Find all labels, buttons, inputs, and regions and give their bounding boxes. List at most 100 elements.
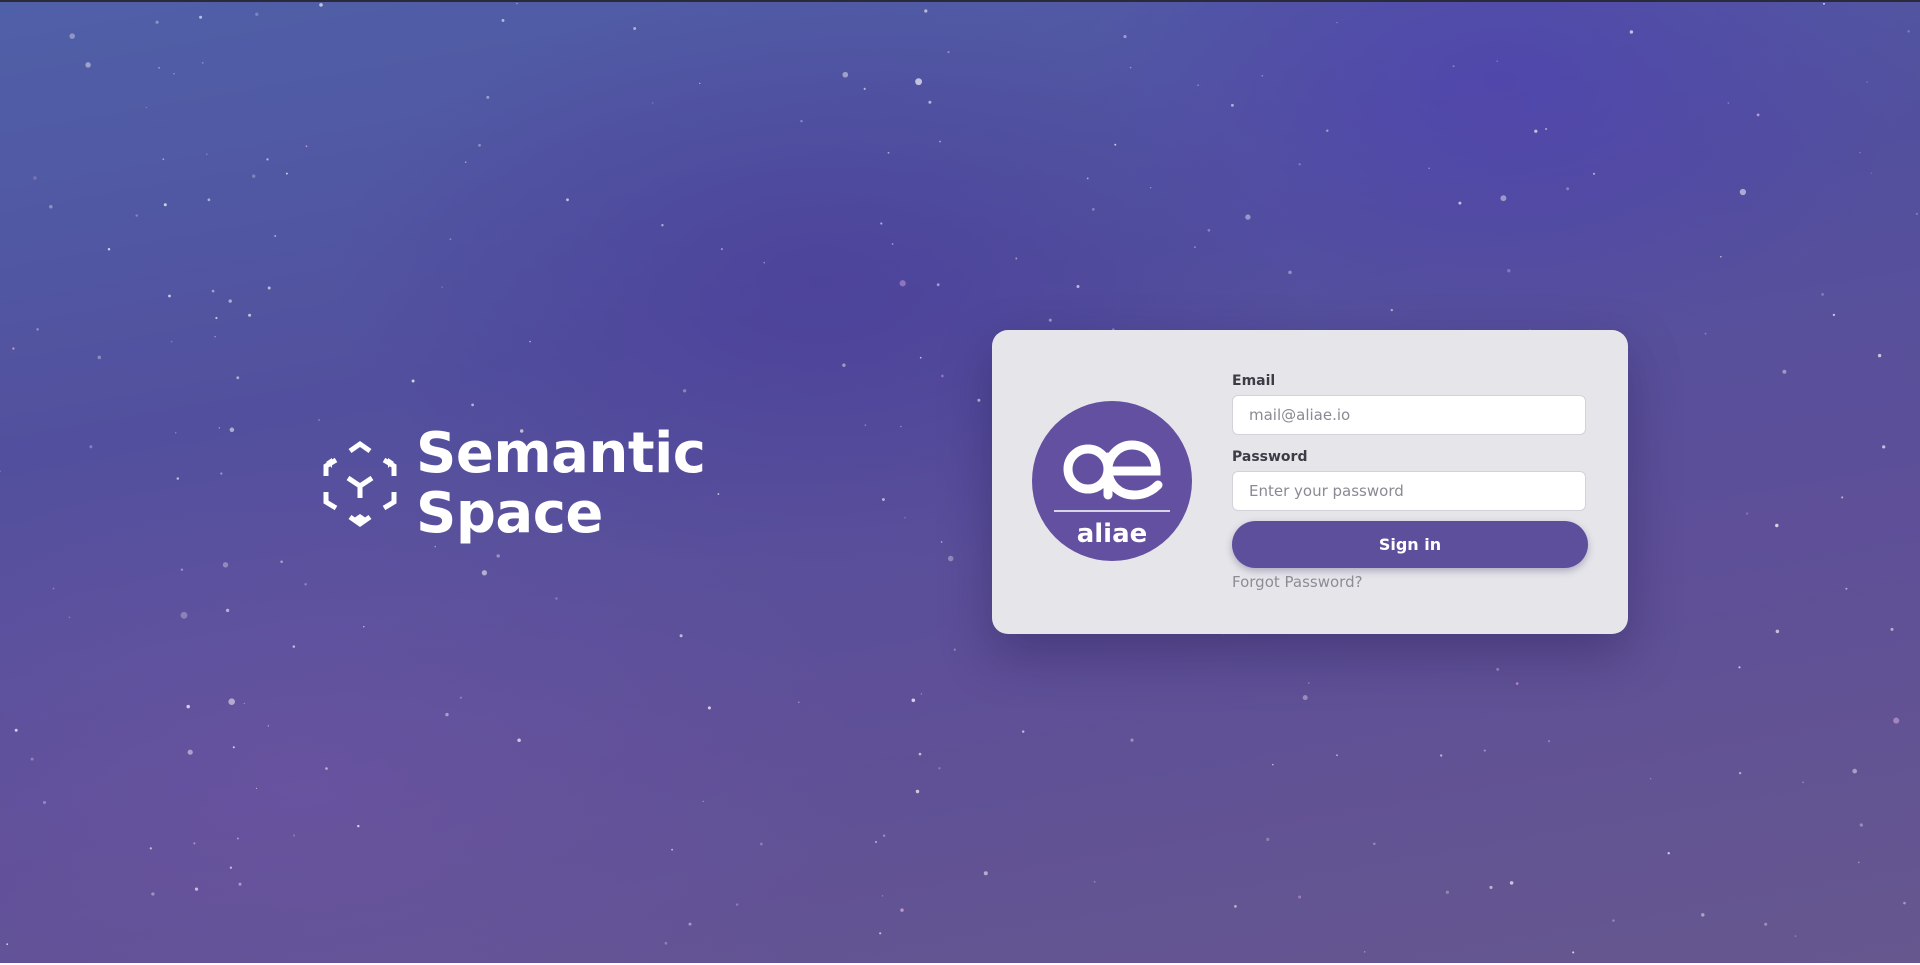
star <box>1802 781 1805 784</box>
star <box>1650 778 1652 780</box>
login-card: aliae Email Password Sign in Forgot Pass… <box>992 330 1628 634</box>
star <box>225 608 230 613</box>
star <box>863 87 866 90</box>
star <box>1298 895 1302 899</box>
star <box>107 248 111 251</box>
star <box>899 280 906 287</box>
star <box>459 696 462 699</box>
star <box>12 347 15 350</box>
semantic-space-hexagon-logo-icon <box>323 440 397 528</box>
star <box>304 582 307 586</box>
star <box>1907 30 1910 33</box>
star <box>1756 113 1760 117</box>
star <box>928 100 932 104</box>
star <box>880 222 883 225</box>
star <box>251 174 256 178</box>
star <box>1086 177 1089 180</box>
aliae-logo-icon: aliae <box>1032 401 1192 561</box>
star <box>1515 682 1519 685</box>
email-field[interactable] <box>1232 395 1586 435</box>
star <box>186 704 190 709</box>
star <box>1390 308 1394 312</box>
star <box>516 2 518 5</box>
star <box>163 203 167 207</box>
star <box>1738 666 1741 669</box>
star <box>633 27 637 30</box>
star <box>285 172 288 175</box>
star <box>1720 255 1722 258</box>
star <box>170 340 173 343</box>
star <box>1915 212 1919 216</box>
star <box>800 119 803 123</box>
star <box>953 648 956 651</box>
star <box>882 834 886 837</box>
star <box>679 634 683 638</box>
star <box>135 214 138 217</box>
star <box>149 847 152 850</box>
star <box>471 403 474 407</box>
star <box>168 294 171 298</box>
star <box>292 645 296 648</box>
star <box>211 289 215 293</box>
star <box>501 18 505 22</box>
star <box>69 33 75 39</box>
star <box>97 355 102 360</box>
star <box>229 866 233 869</box>
star <box>720 248 723 251</box>
forgot-password-link[interactable]: Forgot Password? <box>1232 573 1363 591</box>
star <box>194 887 199 891</box>
star <box>236 376 240 380</box>
star <box>904 517 906 519</box>
star <box>232 746 235 749</box>
star <box>947 50 950 54</box>
star <box>49 204 53 209</box>
star <box>151 892 155 896</box>
sign-in-button[interactable]: Sign in <box>1232 521 1588 568</box>
star <box>919 356 922 359</box>
star <box>434 545 436 548</box>
star <box>702 800 704 803</box>
background <box>0 0 1920 963</box>
star <box>1373 842 1376 846</box>
star <box>1489 885 1493 889</box>
star <box>1302 695 1308 701</box>
star <box>947 555 954 562</box>
star <box>228 698 235 705</box>
star <box>267 286 271 290</box>
star <box>1130 738 1134 742</box>
star <box>255 787 258 790</box>
star <box>42 800 47 805</box>
star <box>207 198 211 202</box>
star <box>1534 129 1538 133</box>
password-field[interactable] <box>1232 471 1586 511</box>
star <box>1458 201 1462 205</box>
star <box>1496 667 1500 671</box>
star <box>1114 143 1117 146</box>
star <box>1859 151 1861 154</box>
brand: Semantic Space <box>318 424 706 546</box>
star <box>1823 2 1825 5</box>
star <box>174 432 177 434</box>
star <box>682 389 687 393</box>
star <box>155 20 159 24</box>
star <box>201 62 204 64</box>
star <box>318 419 320 421</box>
star <box>486 95 490 99</box>
star <box>1326 129 1329 132</box>
star <box>1048 318 1052 322</box>
star <box>176 477 180 480</box>
star <box>1890 627 1894 631</box>
brand-name-line2: Space <box>416 481 603 546</box>
star <box>1845 587 1848 590</box>
star <box>162 158 165 161</box>
star <box>1015 257 1018 260</box>
star <box>879 932 882 935</box>
login-form: Email Password Sign in Forgot Password? <box>1232 372 1588 591</box>
star <box>915 78 923 86</box>
star <box>363 625 365 628</box>
star <box>1483 749 1486 752</box>
star <box>555 597 558 600</box>
star <box>325 767 328 770</box>
star <box>671 848 674 851</box>
star <box>735 903 739 906</box>
